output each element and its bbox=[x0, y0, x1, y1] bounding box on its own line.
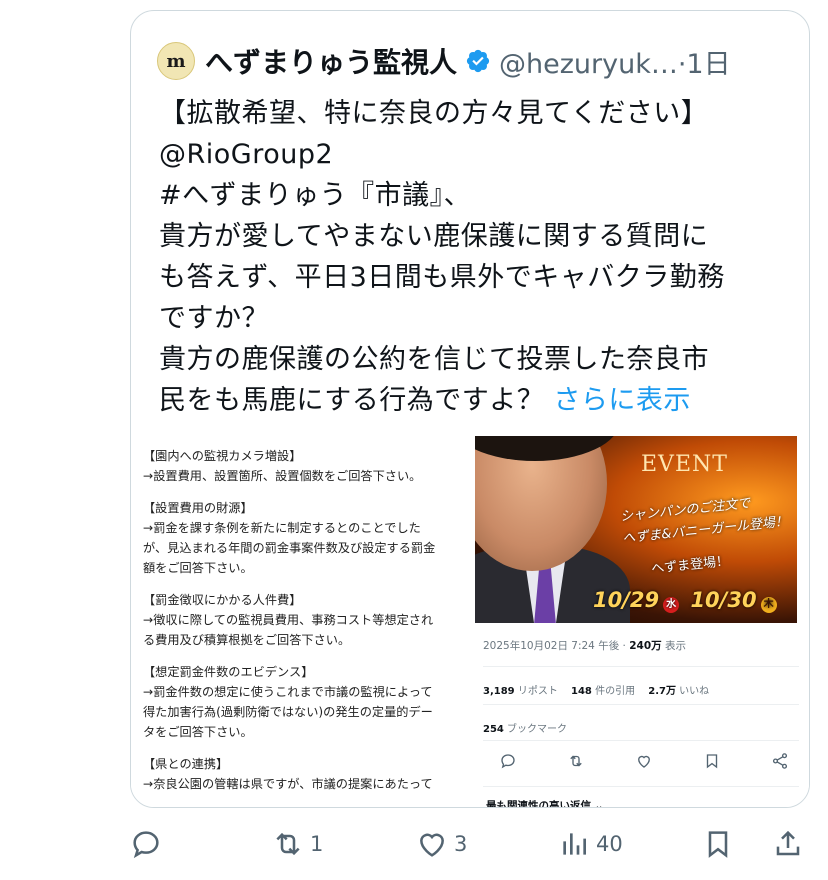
quotes-label: 件の引用 bbox=[591, 686, 636, 697]
views-label: 表示 bbox=[661, 640, 686, 652]
divider bbox=[483, 704, 799, 705]
bookmarks-stat: 254 ブックマーク bbox=[483, 720, 567, 735]
hashtag-link[interactable]: #へずまりゅう『市議』、 bbox=[159, 175, 789, 216]
doc-line: →設置費用、設置箇所、設置個数をご回答下さい。 bbox=[143, 469, 422, 483]
repost-icon bbox=[276, 832, 300, 856]
reply-icon bbox=[501, 754, 515, 769]
quotes-number: 148 bbox=[571, 686, 592, 697]
bookmark-icon bbox=[708, 831, 728, 858]
like-count: 3 bbox=[454, 832, 468, 856]
like-button[interactable]: 3 bbox=[416, 828, 467, 860]
bookmarks-label: ブックマーク bbox=[503, 724, 568, 735]
divider bbox=[483, 786, 799, 787]
doc-line: 額をご回答下さい。 bbox=[143, 561, 253, 575]
views-button[interactable]: 40 bbox=[558, 828, 623, 860]
doc-line: 【園内への監視カメラ増設】 bbox=[143, 449, 302, 463]
show-more-link[interactable]: さらに表示 bbox=[553, 385, 691, 416]
tweet-text-segment: 民をも馬鹿にする行為ですよ？ bbox=[159, 385, 554, 416]
repost-icon bbox=[570, 755, 582, 767]
event-flyer-photo: EVENT シャンパンのご注文で へずま&バニーガール登場！ へずま登場！ 10/… bbox=[475, 436, 797, 623]
tweet-text-line: 【拡散希望、特に奈良の方々見てください】 bbox=[159, 98, 709, 129]
views-number: 240万 bbox=[629, 640, 662, 652]
doc-line: る費用及び積算根拠をご回答下さい。 bbox=[143, 633, 351, 647]
bookmark-button[interactable] bbox=[702, 828, 734, 860]
quoted-tweet-card[interactable]: m へずまりゅう監視人 @hezuryuk…·1日 【拡散希望、特に奈良の方々見… bbox=[130, 10, 810, 808]
share-button[interactable] bbox=[772, 828, 804, 860]
flyer-weekday: 水 bbox=[663, 597, 680, 613]
quoted-tweet-header: m へずまりゅう監視人 @hezuryuk…·1日 bbox=[157, 41, 731, 81]
doc-line: →罰金件数の想定に使うこれまで市議の監視によって bbox=[143, 685, 433, 699]
doc-line: →奈良公園の管轄は県ですが、市議の提案にあたって bbox=[143, 777, 433, 791]
flyer-dates: 10/29 水 10/30 木 bbox=[593, 588, 781, 613]
likes-number: 2.7万 bbox=[648, 686, 676, 697]
likes-label: いいね bbox=[675, 686, 710, 697]
repost-button[interactable]: 1 bbox=[272, 828, 323, 860]
doc-line: 【県との連携】 bbox=[143, 757, 229, 771]
embedded-timestamp: 2025年10月02日 7:24 午後 · 240万 表示 bbox=[483, 638, 686, 653]
tweet-text-line: 貴方が愛してやまない鹿保護に関する質問に bbox=[159, 221, 709, 252]
flyer-date: 10/30 bbox=[690, 588, 757, 612]
reposts-number: 3,189 bbox=[483, 686, 515, 697]
avatar[interactable]: m bbox=[157, 42, 195, 80]
bookmark-icon bbox=[706, 754, 718, 769]
quoted-tweet-text: 【拡散希望、特に奈良の方々見てください】 @RioGroup2 #へずまりゅう『… bbox=[159, 93, 789, 421]
embedded-engagement-stats: 3,189 リポスト 148 件の引用 2.7万 いいね bbox=[483, 682, 709, 697]
reposts-label: リポスト bbox=[514, 686, 558, 697]
reply-button[interactable] bbox=[130, 828, 168, 860]
tweet-action-bar: 1 3 40 bbox=[130, 822, 810, 868]
mention-link[interactable]: @RioGroup2 bbox=[159, 134, 789, 175]
display-name[interactable]: へずまりゅう監視人 bbox=[205, 41, 457, 81]
doc-line: 【設置費用の財源】 bbox=[143, 501, 253, 515]
flyer-hezuma-text: へずま登場！ bbox=[650, 553, 730, 578]
reposts-stat: 3,189 リポスト bbox=[483, 686, 558, 697]
flyer-champagne-text: シャンパンのご注文で へずま&バニーガール登場！ bbox=[619, 489, 789, 550]
divider bbox=[483, 666, 799, 667]
timestamp-text: 2025年10月02日 7:24 午後 · bbox=[483, 640, 630, 652]
tweet-text-line: も答えず、平日3日間も県外でキャバクラ勤務 bbox=[159, 262, 725, 293]
likes-stat: 2.7万 いいね bbox=[648, 686, 709, 697]
tweet-text-line: 民をも馬鹿にする行為ですよ？ さらに表示 bbox=[159, 380, 789, 421]
doc-line: 【想定罰金件数のエビデンス】 bbox=[143, 665, 314, 679]
views-icon bbox=[563, 833, 586, 855]
tweet-text-line: ですか？ bbox=[159, 303, 269, 334]
divider bbox=[483, 740, 799, 741]
embedded-screenshot-image[interactable]: 【園内への監視カメラ増設】 →設置費用、設置箇所、設置個数をご回答下さい。 【設… bbox=[131, 436, 809, 808]
share-icon bbox=[776, 830, 800, 856]
doc-line: →徴収に際しての監視員費用、事務コスト等想定され bbox=[143, 613, 434, 627]
flyer-date: 10/29 bbox=[593, 588, 660, 612]
embedded-action-bar bbox=[499, 752, 789, 770]
reply-icon bbox=[133, 831, 159, 859]
share-icon bbox=[772, 753, 788, 769]
tweet-text-line: 貴方の鹿保護の公約を信じて投票した奈良市 bbox=[159, 344, 709, 375]
flyer-event-text: EVENT bbox=[641, 452, 728, 477]
heart-icon bbox=[420, 833, 444, 857]
heart-icon bbox=[638, 755, 650, 768]
doc-line: 得た加害行為(過剰防衛ではない)の発生の定量的デー bbox=[143, 705, 433, 719]
quotes-stat: 148 件の引用 bbox=[571, 686, 635, 697]
flyer-weekday: 木 bbox=[760, 597, 777, 613]
doc-line: タをご回答下さい。 bbox=[143, 725, 253, 739]
doc-line: が、見込まれる年間の罰金事案件数及び設定する罰金 bbox=[143, 541, 436, 555]
views-count: 40 bbox=[596, 832, 623, 856]
doc-line: 【罰金徴収にかかる人件費】 bbox=[143, 593, 302, 607]
relevant-replies-label: 最も関連性の高い返信 ⌄ bbox=[486, 800, 604, 808]
doc-line: →罰金を課す条例を新たに制定するとのことでした bbox=[143, 521, 421, 535]
verified-badge-icon bbox=[466, 49, 490, 73]
bookmarks-number: 254 bbox=[483, 724, 504, 735]
handle-and-time[interactable]: @hezuryuk…·1日 bbox=[499, 42, 731, 81]
repost-count: 1 bbox=[310, 832, 324, 856]
question-document: 【園内への監視カメラ増設】 →設置費用、設置箇所、設置個数をご回答下さい。 【設… bbox=[143, 446, 478, 794]
